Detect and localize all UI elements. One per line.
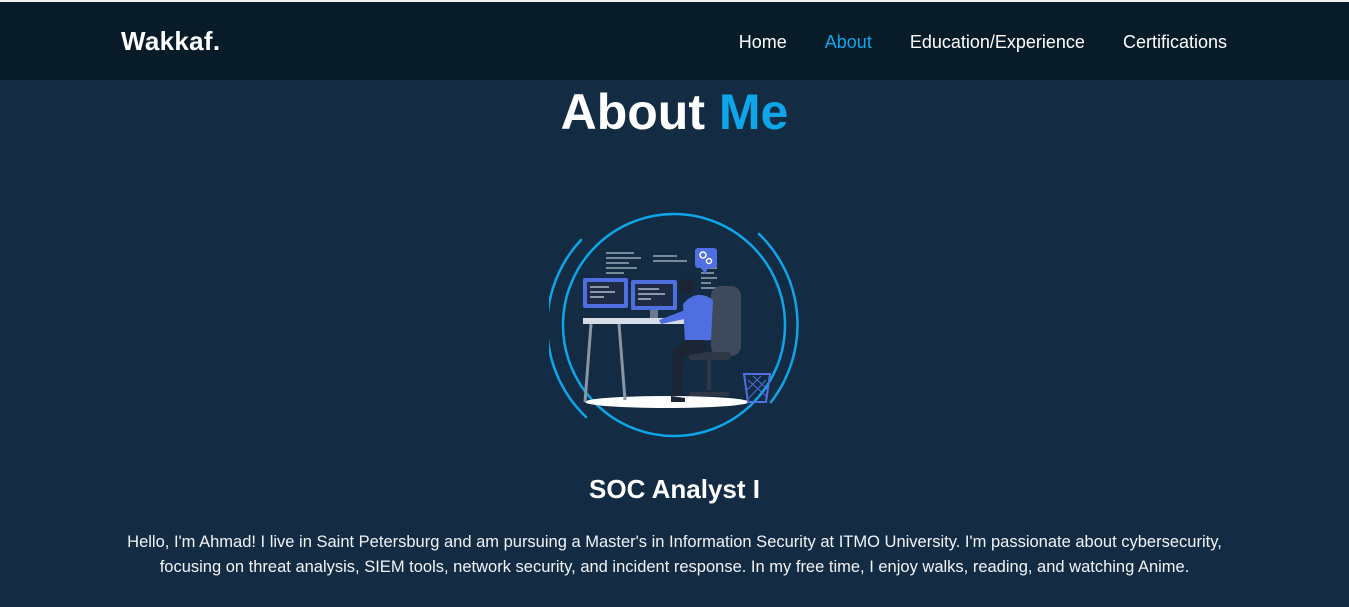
page-title-main: About xyxy=(560,84,705,140)
desk-worker-illustration xyxy=(545,212,799,438)
nav-link-education-experience[interactable]: Education/Experience xyxy=(910,31,1085,53)
page-title: About Me xyxy=(0,84,1349,140)
site-header: Wakkaf. Home About Education/Experience … xyxy=(0,2,1349,80)
nav-link-home[interactable]: Home xyxy=(739,31,787,53)
nav-link-about[interactable]: About xyxy=(825,31,872,53)
role-title: SOC Analyst I xyxy=(589,474,760,504)
profile-illustration xyxy=(545,212,799,438)
page-title-accent: Me xyxy=(718,84,789,140)
nav-link-certifications[interactable]: Certifications xyxy=(1123,31,1227,53)
site-logo[interactable]: Wakkaf. xyxy=(121,26,220,57)
main-nav: Home About Education/Experience Certific… xyxy=(739,31,1227,53)
bio-paragraph: Hello, I'm Ahmad! I live in Saint Peters… xyxy=(127,533,1222,576)
